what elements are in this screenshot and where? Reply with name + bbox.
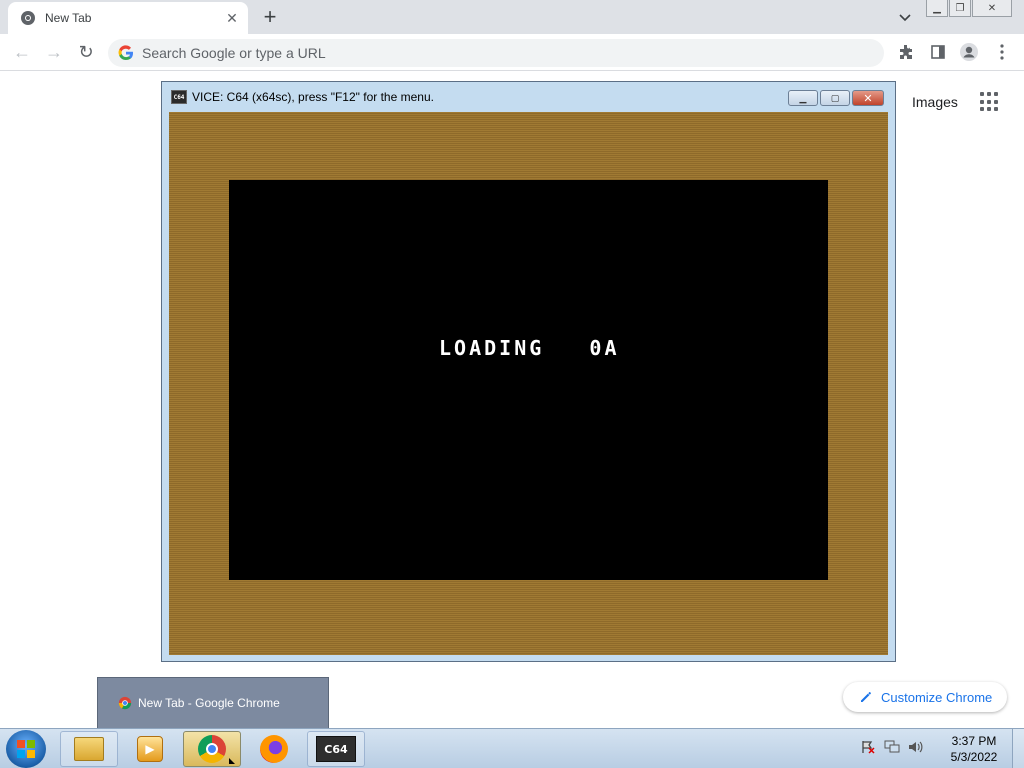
forward-button[interactable]: → (42, 40, 66, 64)
action-center-flag-icon[interactable] (860, 739, 876, 755)
profile-avatar-icon[interactable] (958, 41, 980, 63)
vice-window-controls: ▁ ▢ ✕ (788, 90, 884, 106)
kebab-menu-icon[interactable] (991, 41, 1013, 63)
c64-app-icon: C64 (171, 90, 187, 104)
google-g-icon (118, 45, 133, 61)
taskbar-media-player-button[interactable]: ▶ (121, 731, 179, 767)
pencil-icon (861, 692, 871, 702)
folder-icon (74, 737, 104, 761)
chrome-icon (118, 696, 132, 710)
customize-chrome-button[interactable]: Customize Chrome (843, 682, 1007, 712)
google-apps-grid-icon[interactable] (980, 92, 1000, 112)
window-controls: ▁ ❐ ✕ (926, 0, 1012, 18)
customize-chrome-label: Customize Chrome (881, 689, 993, 705)
c64-screen-text: LOADING 0A (439, 336, 620, 360)
c64-border[interactable]: LOADING 0A (169, 112, 888, 655)
taskbar-firefox-button[interactable] (245, 731, 303, 767)
chevron-down-icon[interactable] (895, 8, 915, 28)
system-tray (860, 739, 924, 755)
tab-new-tab[interactable]: New Tab ✕ (8, 2, 248, 34)
chrome-favicon-icon (21, 11, 35, 25)
vice-close-button[interactable]: ✕ (852, 90, 884, 106)
taskbar-explorer-button[interactable] (60, 731, 118, 767)
extensions-puzzle-icon[interactable] (895, 41, 917, 63)
clock-time: 3:37 PM (951, 734, 997, 748)
omnibox-input[interactable] (142, 45, 842, 61)
side-panel-icon[interactable] (927, 41, 949, 63)
c64-screen[interactable]: LOADING 0A (229, 180, 828, 580)
reload-button[interactable]: ↻ (74, 40, 98, 64)
taskbar-clock[interactable]: 3:37 PM 5/3/2022 (944, 733, 1004, 765)
c64-icon: C64 (316, 736, 356, 762)
vice-window-title: VICE: C64 (x64sc), press "F12" for the m… (192, 90, 434, 104)
vice-minimize-button[interactable]: ▁ (788, 90, 818, 106)
volume-icon[interactable] (908, 739, 924, 755)
show-desktop-button[interactable] (1012, 729, 1024, 768)
chrome-icon (198, 735, 226, 763)
back-button[interactable]: ← (10, 40, 34, 64)
minimize-button[interactable]: ▁ (926, 0, 948, 17)
tab-close-icon[interactable]: ✕ (222, 8, 242, 28)
media-player-icon: ▶ (137, 736, 163, 762)
close-button[interactable]: ✕ (972, 0, 1012, 17)
browser-toolbar: ← → ↻ (0, 34, 1024, 71)
omnibox[interactable] (108, 39, 884, 67)
vice-window[interactable]: C64 VICE: C64 (x64sc), press "F12" for t… (161, 81, 896, 662)
restore-button[interactable]: ❐ (949, 0, 971, 17)
vice-maximize-button[interactable]: ▢ (820, 90, 850, 106)
new-tab-button[interactable]: + (258, 5, 282, 29)
taskbar: ▶ C64 3:37 PM 5/3/2022 (0, 728, 1024, 768)
images-link[interactable]: Images (912, 94, 958, 110)
thumbnail-title: New Tab - Google Chrome (138, 696, 280, 710)
clock-date: 5/3/2022 (950, 750, 998, 764)
start-button[interactable] (6, 730, 46, 768)
mouse-cursor-icon (229, 758, 235, 764)
tab-strip: New Tab ✕ + ▁ ❐ ✕ (0, 0, 1024, 34)
firefox-icon (260, 735, 288, 763)
taskbar-vice-button[interactable]: C64 (307, 731, 365, 767)
windows-logo-icon (17, 740, 35, 758)
taskbar-thumbnail-popup[interactable]: New Tab - Google Chrome (97, 677, 329, 729)
vice-titlebar[interactable]: C64 VICE: C64 (x64sc), press "F12" for t… (162, 82, 895, 112)
network-icon[interactable] (884, 739, 900, 755)
tab-title: New Tab (45, 11, 92, 25)
